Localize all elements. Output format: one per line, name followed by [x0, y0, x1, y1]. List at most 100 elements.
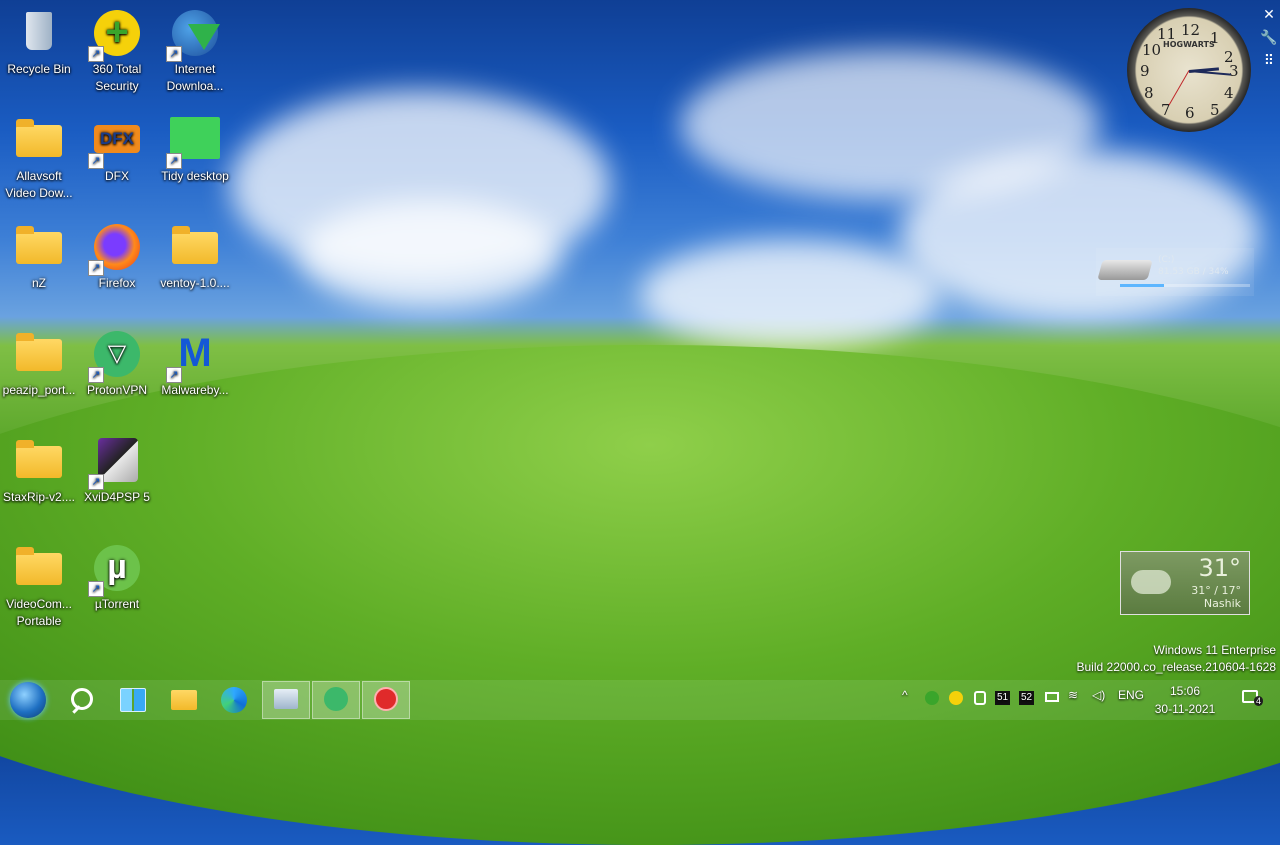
desktop-icon-label: XviD4PSP 5: [84, 490, 150, 504]
film-reel-icon: [98, 438, 138, 482]
shortcut-arrow-icon: ↗: [88, 581, 104, 597]
cloud-icon: [1131, 570, 1171, 594]
gadget-close-button[interactable]: ✕: [1260, 6, 1278, 24]
desktop-icon-label: Internet Downloa...: [166, 62, 224, 93]
taskbar-edge[interactable]: [218, 684, 250, 716]
desktop-icon-nz[interactable]: nZ: [0, 218, 78, 292]
clock-minute-hand: [1188, 70, 1231, 76]
desktop-icon-protonvpn[interactable]: ▽ ↗ ProtonVPN: [78, 325, 156, 399]
shortcut-arrow-icon: ↗: [88, 260, 104, 276]
desktop-icon-label: peazip_port...: [2, 383, 76, 397]
desktop-icon-label: Allavsoft Video Dow...: [5, 169, 73, 200]
desktop-icon-videocom[interactable]: VideoCom... Portable: [0, 539, 78, 630]
drive-usage: 81.53 GB / 34%: [1158, 267, 1229, 277]
tray-battery-icon[interactable]: [974, 691, 986, 705]
desktop-icon-recycle-bin[interactable]: Recycle Bin: [0, 4, 78, 78]
notification-center-button[interactable]: 4: [1242, 690, 1264, 706]
desktop-icon-staxrip[interactable]: StaxRip-v2....: [0, 432, 78, 506]
tray-language[interactable]: ENG: [1118, 688, 1144, 702]
desktop-icon-ventoy[interactable]: ventoy-1.0....: [156, 218, 234, 292]
tray-volume-icon[interactable]: ◁): [1092, 688, 1105, 702]
desktop-icon-malwarebytes[interactable]: M ↗ Malwareby...: [156, 325, 234, 399]
tray-power-icon[interactable]: [1045, 692, 1059, 702]
tray-clock[interactable]: 15:06 30-11-2021: [1150, 682, 1220, 718]
clock-number: 6: [1185, 104, 1195, 122]
clock-gadget[interactable]: HOGWARTS 12 1 2 3 4 5 6 7 8 9 10 11: [1127, 8, 1251, 132]
weather-city: Nashik: [1203, 597, 1241, 610]
folder-icon: [16, 547, 62, 585]
desktop-icon-firefox[interactable]: ↗ Firefox: [78, 218, 156, 292]
gadget-settings-button[interactable]: 🔧: [1260, 29, 1278, 47]
clock-second-hand: [1168, 70, 1190, 106]
gadget-drag-grip[interactable]: ⠿: [1260, 52, 1278, 70]
tray-date: 30-11-2021: [1154, 702, 1216, 716]
clock-number: 8: [1144, 84, 1154, 102]
malwarebytes-icon: M: [178, 331, 212, 375]
shortcut-arrow-icon: ↗: [88, 46, 104, 62]
clock-number: 9: [1140, 62, 1150, 80]
watermark-edition: Windows 11 Enterprise: [1153, 643, 1277, 657]
desktop-icon-peazip[interactable]: peazip_port...: [0, 325, 78, 399]
windows-watermark: Windows 11 Enterprise Build 22000.co_rel…: [1077, 642, 1277, 676]
desktop-icon-dfx[interactable]: DFX ↗ DFX: [78, 111, 156, 185]
clock-number: 11: [1157, 25, 1177, 43]
vpn-icon: [324, 687, 348, 711]
folder-icon: [16, 440, 62, 478]
file-explorer-icon: [171, 690, 197, 710]
desktop-icon-label: nZ: [31, 276, 46, 290]
widgets-icon: [120, 688, 146, 712]
tray-network-globe-icon[interactable]: [925, 691, 939, 705]
tray-overflow-button[interactable]: ^: [902, 688, 908, 702]
edge-icon: [221, 687, 247, 713]
tray-security-icon[interactable]: [949, 691, 963, 705]
taskbar-file-explorer[interactable]: [168, 684, 200, 716]
desktop-icon-tidy-desktop[interactable]: ↗ Tidy desktop: [156, 111, 234, 185]
desktop-icon-label: ventoy-1.0....: [160, 276, 230, 290]
shortcut-arrow-icon: ↗: [166, 153, 182, 169]
desktop-icon-label: ProtonVPN: [86, 383, 148, 397]
desktop-icon-internet-download[interactable]: ↗ Internet Downloa...: [156, 4, 234, 95]
clock-number: 4: [1224, 84, 1234, 102]
task-view-button[interactable]: [116, 684, 148, 716]
tray-wifi-icon[interactable]: ≋: [1068, 688, 1078, 702]
taskbar-protonvpn[interactable]: [312, 681, 360, 719]
desktop-icon-label: DFX: [105, 169, 129, 183]
taskbar-app-3[interactable]: [362, 681, 410, 719]
desktop-icon-label: Tidy desktop: [161, 169, 229, 183]
drive-usage-fill: [1120, 284, 1165, 287]
taskbar-app-1[interactable]: [262, 681, 310, 719]
record-icon: [374, 687, 398, 711]
desktop-icon-label: StaxRip-v2....: [2, 490, 76, 504]
notification-count: 4: [1254, 696, 1264, 706]
search-button[interactable]: [66, 684, 98, 716]
desktop-icon-label: Recycle Bin: [7, 62, 71, 76]
weather-temperature: 31°: [1198, 554, 1241, 582]
shortcut-arrow-icon: ↗: [166, 46, 182, 62]
tray-cpu-temp[interactable]: 51: [995, 691, 1011, 705]
folder-icon: [16, 226, 62, 264]
search-icon: [71, 688, 93, 710]
tray-gpu-temp[interactable]: 52: [1019, 691, 1035, 705]
desktop-icon-label: Malwareby...: [161, 383, 229, 397]
desktop-icon-xvid4psp[interactable]: ↗ XviD4PSP 5: [78, 432, 156, 506]
desktop-icon-utorrent[interactable]: µ ↗ µTorrent: [78, 539, 156, 613]
app-window-icon: [274, 689, 298, 709]
clock-number: 10: [1142, 41, 1162, 59]
desktop-icon-allavsoft[interactable]: Allavsoft Video Dow...: [0, 111, 78, 202]
start-orb-icon: [10, 682, 46, 718]
dfx-icon: DFX: [94, 125, 140, 153]
weather-range: 31° / 17°: [1191, 584, 1241, 597]
drive-gadget[interactable]: (C:) 81.53 GB / 34%: [1096, 248, 1254, 296]
tray-time: 15:06: [1169, 684, 1201, 698]
desktop-icon-label: Firefox: [98, 276, 136, 290]
shortcut-arrow-icon: ↗: [166, 367, 182, 383]
weather-details: 31° / 17° Nashik: [1191, 584, 1241, 610]
desktop-icon-label: µTorrent: [94, 597, 140, 611]
desktop-icon-360-total-security[interactable]: + ↗ 360 Total Security: [78, 4, 156, 95]
drive-usage-bar: [1120, 284, 1250, 287]
folder-icon: [16, 119, 62, 157]
drive-letter: (C:): [1158, 255, 1175, 265]
start-button[interactable]: [10, 682, 46, 718]
clock-number: 3: [1229, 62, 1239, 80]
weather-gadget[interactable]: 31° 31° / 17° Nashik: [1120, 551, 1250, 615]
